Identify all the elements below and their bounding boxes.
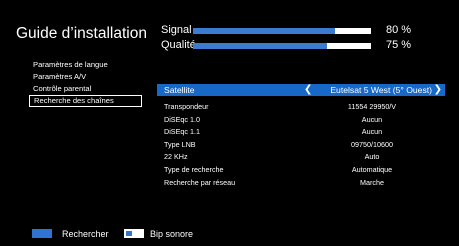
signal-meter <box>193 28 371 34</box>
search-hint-label: Rechercher <box>62 229 109 239</box>
param-row-22khz[interactable]: 22 KHz Auto <box>157 151 445 164</box>
param-row-transponder[interactable]: Transpondeur 11554 29950/V <box>157 101 445 114</box>
menu-item-parental[interactable]: Contrôle parental <box>29 83 142 95</box>
quality-meter <box>193 43 371 49</box>
param-key: 22 KHz <box>164 152 188 162</box>
param-row-network-search[interactable]: Recherche par réseau Marche <box>157 177 445 190</box>
signal-value: 80 % <box>386 24 412 36</box>
blue-key-icon <box>32 229 52 238</box>
quality-meter-fill <box>193 43 327 49</box>
satellite-selector[interactable]: Satellite ❮ Eutelsat 5 West (5° Ouest) ❯ <box>157 84 445 96</box>
param-key: DiSEqc 1.1 <box>164 127 200 137</box>
param-value: 11554 29950/V <box>347 102 397 111</box>
param-value: Auto <box>364 152 380 162</box>
white-key-icon <box>124 229 144 238</box>
param-key: Type LNB <box>164 139 196 149</box>
param-row-diseqc11[interactable]: DiSEqc 1.1 Aucun <box>157 126 445 139</box>
menu-item-av[interactable]: Paramètres A/V <box>29 71 142 83</box>
menu-item-channel-search[interactable]: Recherche des chaînes <box>29 95 142 107</box>
param-value: Automatique <box>351 164 393 174</box>
signal-label: Signal <box>161 24 192 36</box>
param-key: Recherche par réseau <box>164 177 236 187</box>
parameter-list: Transpondeur 11554 29950/V DiSEqc 1.0 Au… <box>157 101 445 189</box>
param-value: Aucun <box>361 114 383 124</box>
page-title: Guide d’installation <box>16 25 147 42</box>
param-row-search-type[interactable]: Type de recherche Automatique <box>157 164 445 177</box>
quality-value: 75 % <box>386 39 412 51</box>
param-key: DiSEqc 1.0 <box>164 114 200 124</box>
param-value: Aucun <box>361 127 383 137</box>
chevron-left-icon[interactable]: ❮ <box>304 84 312 96</box>
signal-meter-fill <box>193 28 336 34</box>
param-key: Transpondeur <box>164 102 209 111</box>
param-value: 09750/10600 <box>351 139 393 149</box>
param-key: Type de recherche <box>164 164 224 174</box>
satellite-label: Satellite <box>164 85 195 95</box>
param-row-diseqc10[interactable]: DiSEqc 1.0 Aucun <box>157 114 445 127</box>
beep-hint-label: Bip sonore <box>150 229 194 239</box>
satellite-value: Eutelsat 5 West (5° Ouest) <box>330 85 432 95</box>
param-value: Marche <box>360 177 384 187</box>
settings-menu: Paramètres de langue Paramètres A/V Cont… <box>29 59 142 107</box>
quality-label: Qualité <box>161 39 196 51</box>
menu-item-language[interactable]: Paramètres de langue <box>29 59 142 71</box>
param-row-lnb-type[interactable]: Type LNB 09750/10600 <box>157 139 445 152</box>
chevron-right-icon[interactable]: ❯ <box>434 84 442 96</box>
